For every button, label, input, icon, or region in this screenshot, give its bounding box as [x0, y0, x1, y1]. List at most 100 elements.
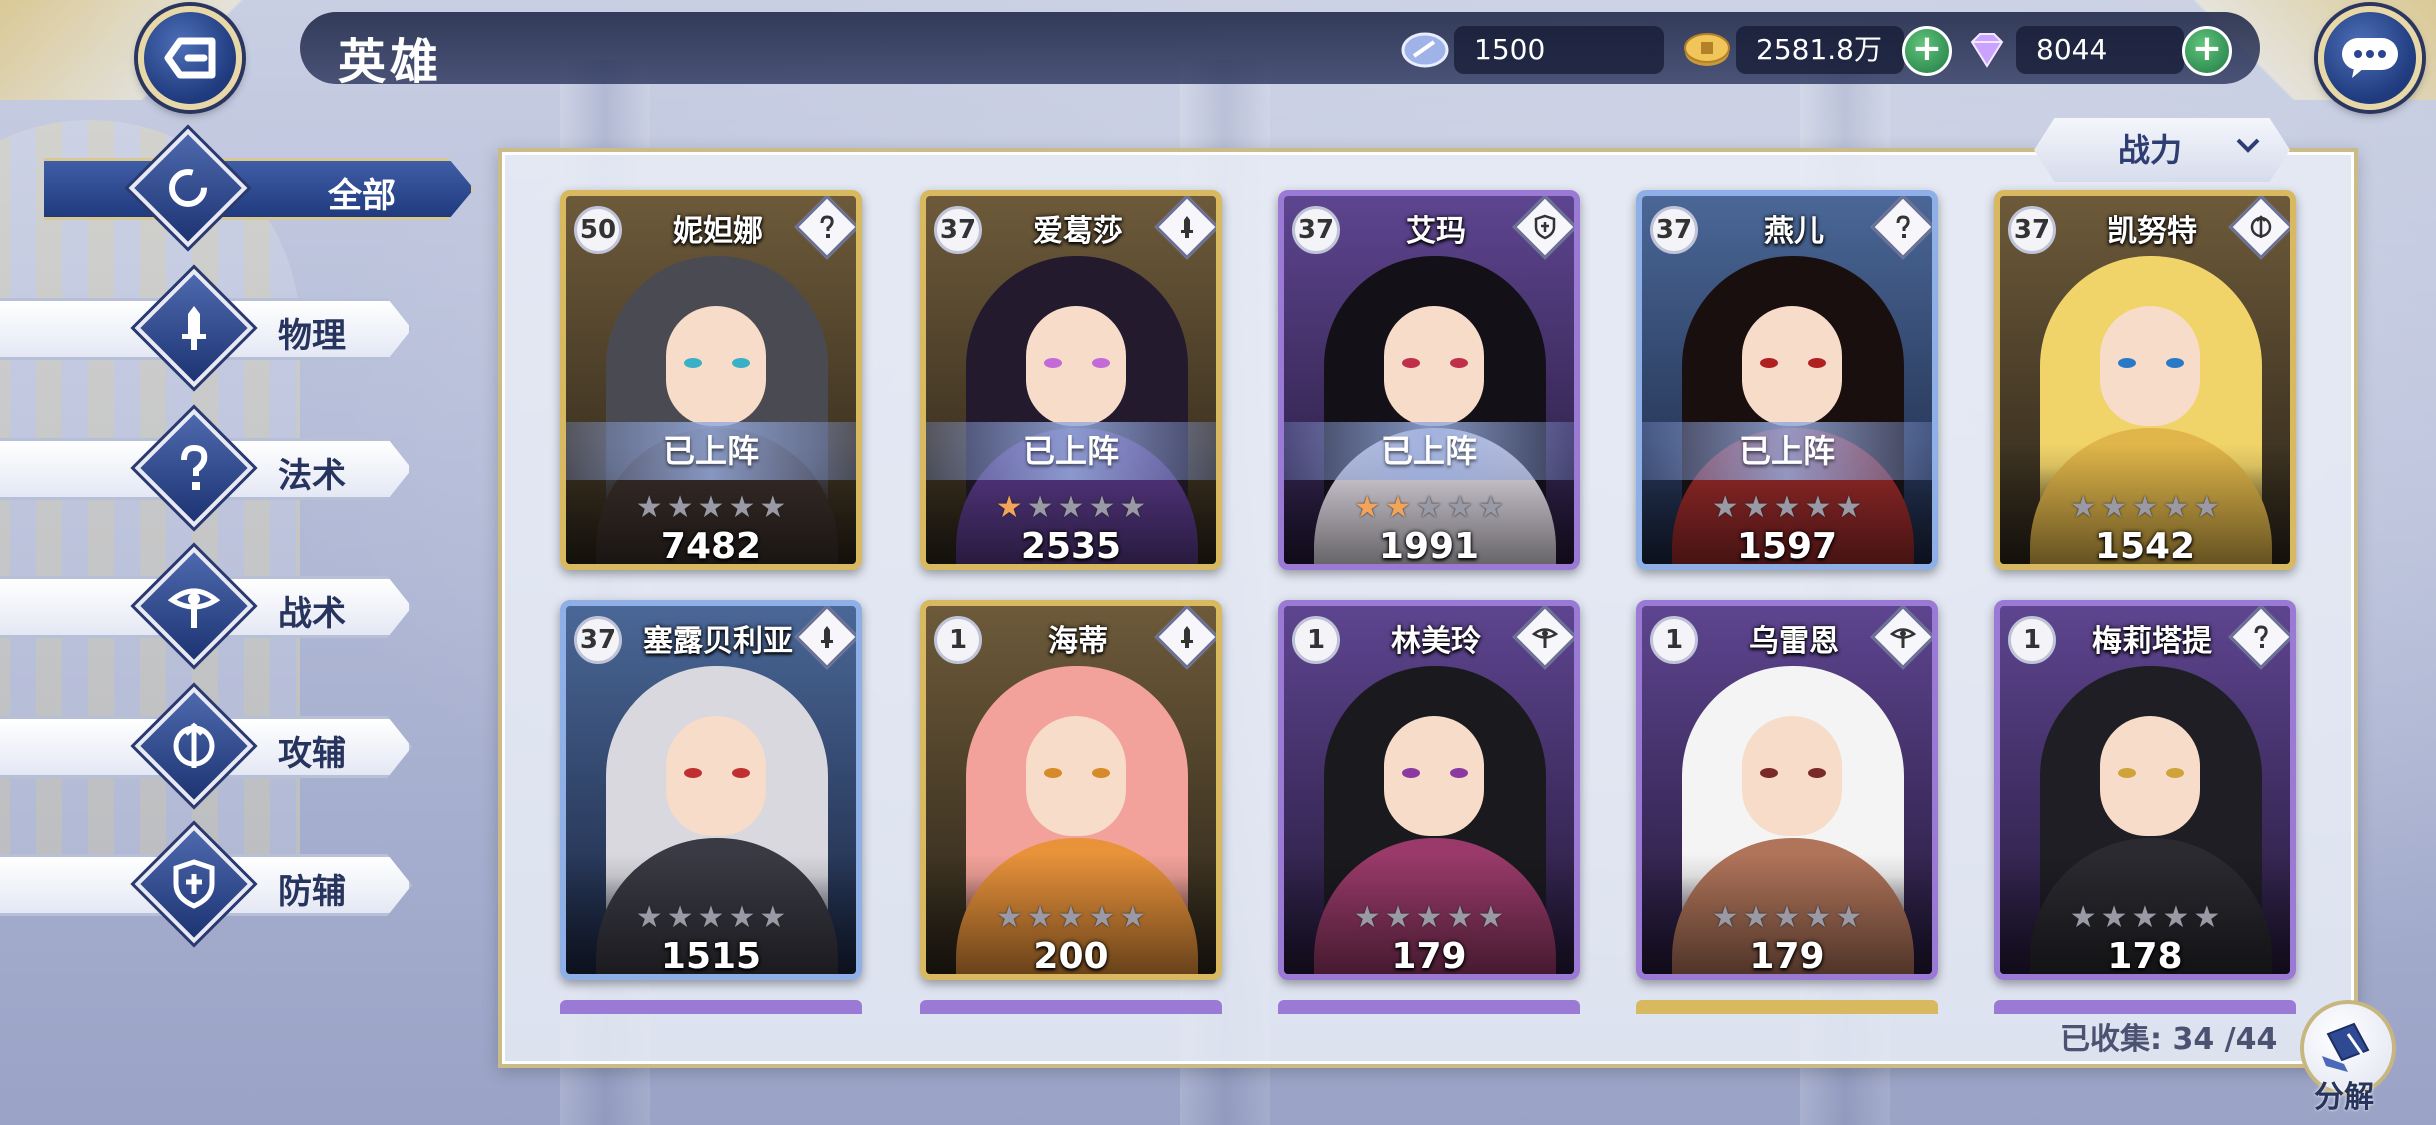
collection-count: 已收集: 34 /44	[2060, 1022, 2278, 1057]
physical-type-icon	[1170, 210, 1204, 244]
physical-sword-icon	[162, 296, 226, 360]
star-icon: ★	[2100, 490, 2128, 525]
hero-card[interactable]: 50 妮妲娜 已上阵 ★ ★ ★ ★ ★ 7482	[560, 190, 862, 570]
chat-button[interactable]	[2318, 6, 2422, 110]
magic-type-icon	[810, 210, 844, 244]
hero-power: 178	[2107, 936, 2183, 977]
star-icon: ★	[2193, 900, 2221, 935]
hero-card[interactable]: 37 艾玛 已上阵 ★ ★ ★ ★ ★ 1991	[1278, 190, 1580, 570]
hero-level-badge: 1	[2008, 616, 2056, 664]
hero-name: 爱葛莎	[1033, 214, 1123, 249]
hero-card[interactable]: 37 塞露贝利亚 ★ ★ ★ ★ ★ 1515	[560, 600, 862, 980]
hero-card[interactable]: 37 爱葛莎 已上阵 ★ ★ ★ ★ ★ 2535	[920, 190, 1222, 570]
star-icon: ★	[1742, 900, 1770, 935]
hero-power: 2535	[1020, 526, 1122, 567]
star-icon: ★	[1773, 900, 1801, 935]
portrait-eye	[732, 358, 750, 368]
hero-card[interactable]: 37 凯努特 ★ ★ ★ ★ ★ 1542	[1994, 190, 2296, 570]
filter-tab-bg	[44, 158, 474, 220]
star-icon: ★	[635, 900, 663, 935]
portrait-face	[2100, 716, 2200, 836]
hero-level-badge: 50	[574, 206, 622, 254]
next-row-card-edge	[560, 1000, 862, 1014]
tactics-type-icon	[1528, 620, 1562, 654]
add-gold-button[interactable]: +	[1902, 26, 1952, 76]
star-rating: ★ ★ ★ ★ ★	[2000, 902, 2290, 934]
star-rating: ★ ★ ★ ★ ★	[1284, 492, 1574, 524]
hero-card[interactable]: 1 海蒂 ★ ★ ★ ★ ★ 200	[920, 600, 1222, 980]
sort-label: 战力	[2118, 131, 2183, 169]
star-icon: ★	[2162, 490, 2190, 525]
hero-name: 凯努特	[2107, 214, 2197, 249]
hero-level-badge: 37	[934, 206, 982, 254]
star-icon: ★	[1353, 900, 1381, 935]
portrait-eye	[1760, 768, 1778, 778]
sidebar-filter-0[interactable]: 全部	[0, 128, 474, 248]
star-icon: ★	[1026, 900, 1054, 935]
portrait-eye	[1760, 358, 1778, 368]
star-icon: ★	[1835, 900, 1863, 935]
star-icon: ★	[2193, 490, 2221, 525]
hero-name: 乌雷恩	[1749, 624, 1839, 659]
sidebar-filter-2[interactable]: 法术	[0, 408, 430, 528]
sidebar-filter-3[interactable]: 战术	[0, 546, 430, 666]
star-icon: ★	[1773, 490, 1801, 525]
defense-shield-icon	[162, 852, 226, 916]
portrait-face	[2100, 306, 2200, 426]
star-icon: ★	[666, 490, 694, 525]
star-icon: ★	[995, 490, 1023, 525]
top-bar: 英雄 1500 2581.8万 + 8044 +	[0, 0, 2436, 110]
hero-level-badge: 37	[1292, 206, 1340, 254]
physical-type-icon	[810, 620, 844, 654]
star-icon: ★	[2100, 900, 2128, 935]
star-icon: ★	[1119, 490, 1147, 525]
portrait-face	[1742, 306, 1842, 426]
portrait-eye	[1044, 768, 1062, 778]
portrait-eye	[1044, 358, 1062, 368]
stamina-crystal-icon	[1401, 32, 1449, 68]
hero-name: 燕儿	[1764, 214, 1824, 249]
hero-card[interactable]: 1 林美玲 ★ ★ ★ ★ ★ 179	[1278, 600, 1580, 980]
hero-level-badge: 37	[1650, 206, 1698, 254]
portrait-eye	[1808, 768, 1826, 778]
portrait-eye	[1450, 768, 1468, 778]
hero-card[interactable]: 37 燕儿 已上阵 ★ ★ ★ ★ ★ 1597	[1636, 190, 1938, 570]
hero-name: 妮妲娜	[673, 214, 763, 249]
hero-name: 塞露贝利亚	[643, 624, 793, 659]
portrait-face	[1026, 306, 1126, 426]
gold-coin-icon	[1684, 33, 1730, 66]
star-icon: ★	[2162, 900, 2190, 935]
star-rating: ★ ★ ★ ★ ★	[1284, 902, 1574, 934]
portrait-eye	[1092, 358, 1110, 368]
star-rating: ★ ★ ★ ★ ★	[1642, 492, 1932, 524]
portrait-eye	[1402, 358, 1420, 368]
sidebar-filter-4[interactable]: 攻辅	[0, 686, 430, 806]
star-icon: ★	[1804, 900, 1832, 935]
magic-question-icon	[162, 436, 226, 500]
sidebar-filter-5[interactable]: 防辅	[0, 824, 430, 944]
portrait-eye	[1450, 358, 1468, 368]
filter-label: 法术	[278, 456, 346, 496]
back-button[interactable]	[138, 6, 242, 110]
page-title: 英雄	[338, 34, 443, 90]
sidebar-filter-1[interactable]: 物理	[0, 268, 430, 388]
hero-card[interactable]: 1 梅莉塔提 ★ ★ ★ ★ ★ 178	[1994, 600, 2296, 980]
star-icon: ★	[728, 490, 756, 525]
portrait-eye	[2118, 768, 2136, 778]
star-rating: ★ ★ ★ ★ ★	[1642, 902, 1932, 934]
hero-card[interactable]: 1 乌雷恩 ★ ★ ★ ★ ★ 179	[1636, 600, 1938, 980]
star-icon: ★	[635, 490, 663, 525]
hero-power: 179	[1749, 936, 1825, 977]
next-row-card-edge	[920, 1000, 1222, 1014]
hero-name: 梅莉塔提	[2092, 624, 2212, 659]
star-rating: ★ ★ ★ ★ ★	[566, 902, 856, 934]
add-diamond-button[interactable]: +	[2182, 26, 2232, 76]
star-rating: ★ ★ ★ ★ ★	[926, 492, 1216, 524]
star-icon: ★	[1384, 900, 1412, 935]
star-icon: ★	[1477, 900, 1505, 935]
star-icon: ★	[1384, 490, 1412, 525]
tactics-eye-icon	[162, 574, 226, 638]
star-icon: ★	[1711, 900, 1739, 935]
physical-type-icon	[1170, 620, 1204, 654]
star-icon: ★	[1057, 900, 1085, 935]
